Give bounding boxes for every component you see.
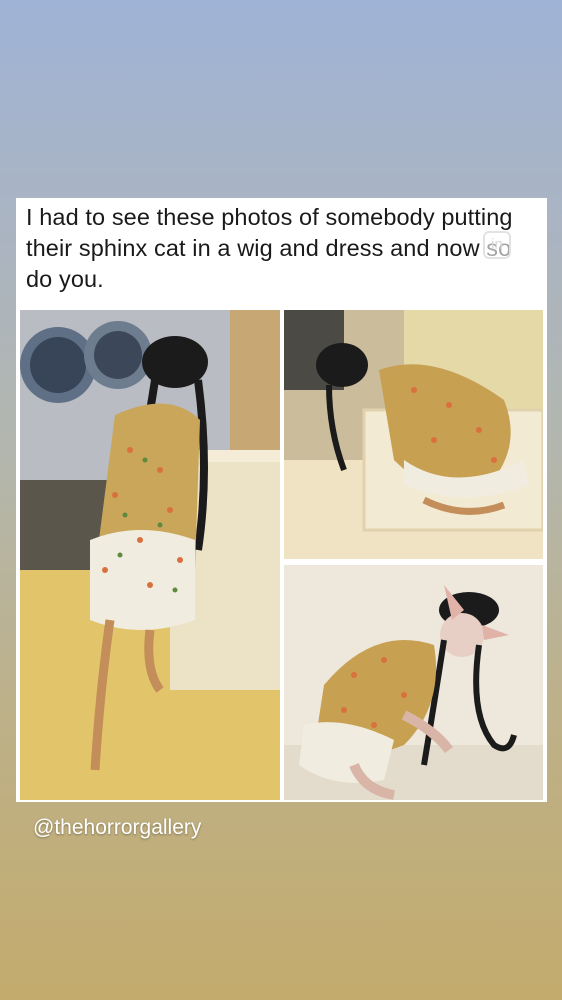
cat-photo-floor bbox=[284, 565, 543, 800]
meme-caption: I had to see these photos of somebody pu… bbox=[26, 204, 513, 292]
account-handle-watermark: @thehorrorgallery bbox=[33, 816, 202, 839]
instagram-logo-icon: in bbox=[483, 231, 511, 259]
meme-card: I had to see these photos of somebody pu… bbox=[16, 198, 547, 802]
cat-photo-cat-tree bbox=[284, 310, 543, 559]
cat-photo-laundry-room bbox=[20, 310, 280, 800]
